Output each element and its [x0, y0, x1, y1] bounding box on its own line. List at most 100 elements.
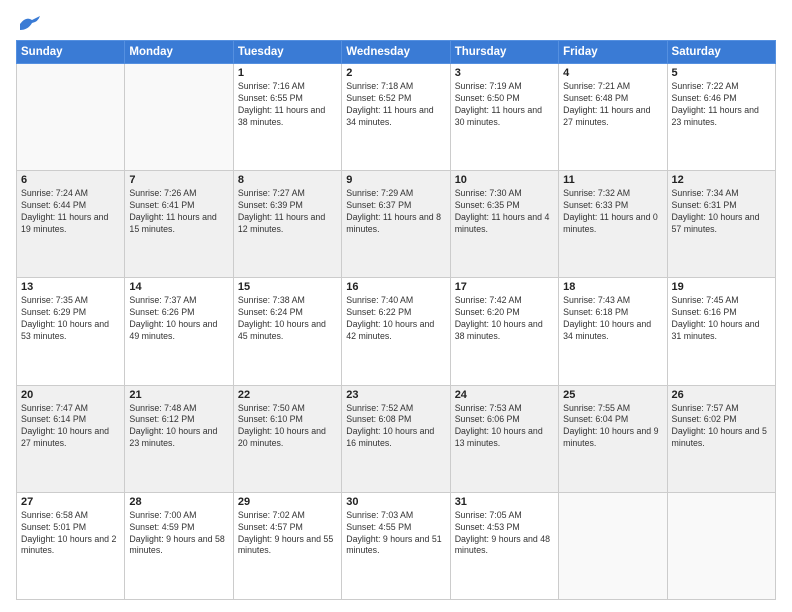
calendar-cell: 23 Sunrise: 7:52 AMSunset: 6:08 PMDayligh…	[342, 385, 450, 492]
calendar-day-header: Thursday	[450, 41, 558, 64]
calendar-cell: 6 Sunrise: 7:24 AMSunset: 6:44 PMDaylight…	[17, 171, 125, 278]
calendar-day-header: Friday	[559, 41, 667, 64]
calendar-cell: 17 Sunrise: 7:42 AMSunset: 6:20 PMDayligh…	[450, 278, 558, 385]
calendar-cell: 11 Sunrise: 7:32 AMSunset: 6:33 PMDayligh…	[559, 171, 667, 278]
calendar-cell: 31 Sunrise: 7:05 AMSunset: 4:53 PMDayligh…	[450, 492, 558, 599]
calendar-week-row: 20 Sunrise: 7:47 AMSunset: 6:14 PMDayligh…	[17, 385, 776, 492]
calendar-cell	[559, 492, 667, 599]
calendar-cell: 27Sunrise: 6:58 AMSunset: 5:01 PMDayligh…	[17, 492, 125, 599]
cell-info: Sunrise: 7:21 AMSunset: 6:48 PMDaylight:…	[563, 81, 650, 127]
cell-info: Sunrise: 7:45 AMSunset: 6:16 PMDaylight:…	[672, 295, 760, 341]
calendar-cell: 9 Sunrise: 7:29 AMSunset: 6:37 PMDaylight…	[342, 171, 450, 278]
cell-info: Sunrise: 7:22 AMSunset: 6:46 PMDaylight:…	[672, 81, 759, 127]
cell-info: Sunrise: 7:19 AMSunset: 6:50 PMDaylight:…	[455, 81, 542, 127]
calendar-cell: 20 Sunrise: 7:47 AMSunset: 6:14 PMDayligh…	[17, 385, 125, 492]
day-number: 12	[672, 174, 771, 186]
calendar-cell	[17, 64, 125, 171]
cell-info: Sunrise: 7:47 AMSunset: 6:14 PMDaylight:…	[21, 403, 109, 449]
cell-info: Sunrise: 7:53 AMSunset: 6:06 PMDaylight:…	[455, 403, 543, 449]
calendar-week-row: 1Sunrise: 7:16 AMSunset: 6:55 PMDaylight…	[17, 64, 776, 171]
calendar-cell: 22Sunrise: 7:50 AMSunset: 6:10 PMDayligh…	[233, 385, 341, 492]
calendar-cell: 25Sunrise: 7:55 AMSunset: 6:04 PMDayligh…	[559, 385, 667, 492]
cell-info: Sunrise: 7:03 AMSunset: 4:55 PMDaylight:…	[346, 510, 441, 556]
cell-info: Sunrise: 7:27 AMSunset: 6:39 PMDaylight:…	[238, 188, 325, 234]
day-number: 20	[21, 389, 120, 401]
calendar-header-row: SundayMondayTuesdayWednesdayThursdayFrid…	[17, 41, 776, 64]
day-number: 21	[129, 389, 228, 401]
calendar-cell: 13 Sunrise: 7:35 AMSunset: 6:29 PMDayligh…	[17, 278, 125, 385]
day-number: 25	[563, 389, 662, 401]
calendar-cell: 14 Sunrise: 7:37 AMSunset: 6:26 PMDayligh…	[125, 278, 233, 385]
calendar-cell	[667, 492, 775, 599]
calendar-week-row: 27Sunrise: 6:58 AMSunset: 5:01 PMDayligh…	[17, 492, 776, 599]
calendar-cell: 3 Sunrise: 7:19 AMSunset: 6:50 PMDaylight…	[450, 64, 558, 171]
calendar-cell: 28 Sunrise: 7:00 AMSunset: 4:59 PMDayligh…	[125, 492, 233, 599]
cell-info: Sunrise: 7:26 AMSunset: 6:41 PMDaylight:…	[129, 188, 216, 234]
day-number: 23	[346, 389, 445, 401]
calendar-day-header: Wednesday	[342, 41, 450, 64]
logo-bird-icon	[18, 16, 40, 32]
calendar-week-row: 6 Sunrise: 7:24 AMSunset: 6:44 PMDaylight…	[17, 171, 776, 278]
calendar-day-header: Sunday	[17, 41, 125, 64]
day-number: 2	[346, 67, 445, 79]
day-number: 31	[455, 496, 554, 508]
logo	[16, 16, 40, 30]
cell-info: Sunrise: 7:05 AMSunset: 4:53 PMDaylight:…	[455, 510, 550, 556]
cell-info: Sunrise: 7:24 AMSunset: 6:44 PMDaylight:…	[21, 188, 108, 234]
calendar-cell: 24 Sunrise: 7:53 AMSunset: 6:06 PMDayligh…	[450, 385, 558, 492]
calendar-cell: 4 Sunrise: 7:21 AMSunset: 6:48 PMDaylight…	[559, 64, 667, 171]
day-number: 29	[238, 496, 337, 508]
cell-info: Sunrise: 7:29 AMSunset: 6:37 PMDaylight:…	[346, 188, 441, 234]
day-number: 4	[563, 67, 662, 79]
cell-info: Sunrise: 7:40 AMSunset: 6:22 PMDaylight:…	[346, 295, 434, 341]
cell-info: Sunrise: 7:35 AMSunset: 6:29 PMDaylight:…	[21, 295, 109, 341]
day-number: 14	[129, 281, 228, 293]
cell-info: Sunrise: 7:43 AMSunset: 6:18 PMDaylight:…	[563, 295, 651, 341]
cell-info: Sunrise: 7:30 AMSunset: 6:35 PMDaylight:…	[455, 188, 550, 234]
calendar-cell: 5 Sunrise: 7:22 AMSunset: 6:46 PMDaylight…	[667, 64, 775, 171]
calendar-day-header: Tuesday	[233, 41, 341, 64]
cell-info: Sunrise: 7:00 AMSunset: 4:59 PMDaylight:…	[129, 510, 224, 556]
day-number: 24	[455, 389, 554, 401]
day-number: 30	[346, 496, 445, 508]
calendar-cell: 7Sunrise: 7:26 AMSunset: 6:41 PMDaylight…	[125, 171, 233, 278]
calendar-cell: 2 Sunrise: 7:18 AMSunset: 6:52 PMDaylight…	[342, 64, 450, 171]
day-number: 27	[21, 496, 120, 508]
page: SundayMondayTuesdayWednesdayThursdayFrid…	[0, 0, 792, 612]
day-number: 22	[238, 389, 337, 401]
calendar-cell: 30 Sunrise: 7:03 AMSunset: 4:55 PMDayligh…	[342, 492, 450, 599]
day-number: 8	[238, 174, 337, 186]
cell-info: Sunrise: 7:42 AMSunset: 6:20 PMDaylight:…	[455, 295, 543, 341]
calendar-cell: 16 Sunrise: 7:40 AMSunset: 6:22 PMDayligh…	[342, 278, 450, 385]
day-number: 28	[129, 496, 228, 508]
day-number: 18	[563, 281, 662, 293]
cell-info: Sunrise: 7:38 AMSunset: 6:24 PMDaylight:…	[238, 295, 326, 341]
day-number: 10	[455, 174, 554, 186]
day-number: 13	[21, 281, 120, 293]
cell-info: Sunrise: 7:32 AMSunset: 6:33 PMDaylight:…	[563, 188, 658, 234]
day-number: 16	[346, 281, 445, 293]
cell-info: Sunrise: 7:52 AMSunset: 6:08 PMDaylight:…	[346, 403, 434, 449]
calendar-day-header: Saturday	[667, 41, 775, 64]
cell-info: Sunrise: 7:37 AMSunset: 6:26 PMDaylight:…	[129, 295, 217, 341]
cell-info: Sunrise: 7:34 AMSunset: 6:31 PMDaylight:…	[672, 188, 760, 234]
day-number: 6	[21, 174, 120, 186]
day-number: 1	[238, 67, 337, 79]
calendar-cell: 19Sunrise: 7:45 AMSunset: 6:16 PMDayligh…	[667, 278, 775, 385]
cell-info: Sunrise: 7:02 AMSunset: 4:57 PMDaylight:…	[238, 510, 333, 556]
day-number: 17	[455, 281, 554, 293]
day-number: 3	[455, 67, 554, 79]
calendar-table: SundayMondayTuesdayWednesdayThursdayFrid…	[16, 40, 776, 600]
day-number: 26	[672, 389, 771, 401]
day-number: 5	[672, 67, 771, 79]
calendar-cell: 1Sunrise: 7:16 AMSunset: 6:55 PMDaylight…	[233, 64, 341, 171]
calendar-cell: 10 Sunrise: 7:30 AMSunset: 6:35 PMDayligh…	[450, 171, 558, 278]
calendar-cell: 8 Sunrise: 7:27 AMSunset: 6:39 PMDaylight…	[233, 171, 341, 278]
day-number: 11	[563, 174, 662, 186]
calendar-cell: 26 Sunrise: 7:57 AMSunset: 6:02 PMDayligh…	[667, 385, 775, 492]
calendar-cell: 18 Sunrise: 7:43 AMSunset: 6:18 PMDayligh…	[559, 278, 667, 385]
day-number: 9	[346, 174, 445, 186]
cell-info: Sunrise: 7:18 AMSunset: 6:52 PMDaylight:…	[346, 81, 433, 127]
calendar-cell: 21Sunrise: 7:48 AMSunset: 6:12 PMDayligh…	[125, 385, 233, 492]
cell-info: Sunrise: 7:57 AMSunset: 6:02 PMDaylight:…	[672, 403, 767, 449]
